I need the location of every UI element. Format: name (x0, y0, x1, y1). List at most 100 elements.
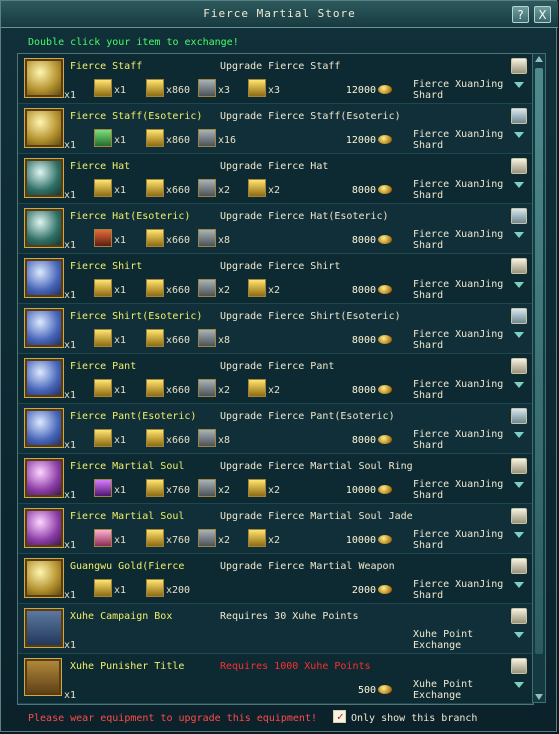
item-list[interactable]: x1 Fierce Staff Upgrade Fierce Staff x1 x860… (17, 53, 534, 705)
material-icon[interactable] (146, 179, 164, 197)
preview-icon[interactable] (511, 408, 527, 424)
material-icon[interactable] (198, 329, 216, 347)
chevron-down-icon[interactable] (514, 182, 524, 188)
material-icon[interactable] (94, 229, 112, 247)
material-icon[interactable] (248, 379, 266, 397)
chevron-down-icon[interactable] (514, 332, 524, 338)
preview-icon[interactable] (511, 208, 527, 224)
material-icon[interactable] (248, 79, 266, 97)
material-icon[interactable] (94, 329, 112, 347)
item-icon[interactable] (24, 358, 64, 398)
scrollbar[interactable] (532, 53, 546, 703)
material-icon[interactable] (146, 129, 164, 147)
item-icon[interactable] (24, 258, 64, 298)
material-icon[interactable] (198, 79, 216, 97)
scroll-up-icon[interactable] (535, 56, 543, 62)
material-icon[interactable] (248, 179, 266, 197)
material-icon[interactable] (146, 379, 164, 397)
material-icon[interactable] (198, 379, 216, 397)
store-row[interactable]: x1 Fierce Pant Upgrade Fierce Pant x1 x660 x2… (18, 354, 533, 404)
chevron-down-icon[interactable] (514, 82, 524, 88)
material-icon[interactable] (198, 529, 216, 547)
scroll-thumb[interactable] (535, 68, 543, 654)
item-icon[interactable] (24, 658, 62, 696)
chevron-down-icon[interactable] (514, 232, 524, 238)
chevron-down-icon[interactable] (514, 482, 524, 488)
material-icon[interactable] (146, 529, 164, 547)
material-icon[interactable] (94, 579, 112, 597)
material-icon[interactable] (198, 129, 216, 147)
store-row[interactable]: x1 Xuhe Campaign Box Requires 30 Xuhe Poin… (18, 604, 533, 654)
item-icon[interactable] (24, 508, 64, 548)
scroll-down-icon[interactable] (535, 694, 543, 700)
material-icon[interactable] (94, 279, 112, 297)
material-icon[interactable] (198, 479, 216, 497)
store-row[interactable]: x1 Fierce Martial Soul Upgrade Fierce Mart… (18, 504, 533, 554)
material-icon[interactable] (146, 429, 164, 447)
material-icon[interactable] (94, 129, 112, 147)
exchange-item-icon[interactable] (511, 508, 527, 524)
material-icon[interactable] (94, 429, 112, 447)
item-icon[interactable] (24, 458, 64, 498)
store-row[interactable]: x1 Fierce Staff Upgrade Fierce Staff x1 x860… (18, 54, 533, 104)
preview-icon[interactable] (511, 308, 527, 324)
item-icon[interactable] (24, 608, 64, 648)
exchange-item-icon[interactable] (511, 558, 527, 574)
material-icon[interactable] (94, 179, 112, 197)
store-row[interactable]: x1 Fierce Hat(Esoteric) Upgrade Fierce Hat… (18, 204, 533, 254)
material-icon[interactable] (94, 479, 112, 497)
store-row[interactable]: x1 Fierce Pant(Esoteric) Upgrade Fierce Pa… (18, 404, 533, 454)
material-icon[interactable] (248, 479, 266, 497)
material-icon[interactable] (94, 379, 112, 397)
material-icon[interactable] (94, 79, 112, 97)
material-icon[interactable] (146, 479, 164, 497)
exchange-item-icon[interactable] (511, 358, 527, 374)
item-icon[interactable] (24, 308, 64, 348)
item-icon[interactable] (24, 408, 64, 448)
exchange-item-icon[interactable] (511, 258, 527, 274)
chevron-down-icon[interactable] (514, 132, 524, 138)
close-button[interactable]: X (534, 6, 551, 23)
store-row[interactable]: x1 Fierce Shirt Upgrade Fierce Shirt x1 x660… (18, 254, 533, 304)
chevron-down-icon[interactable] (514, 582, 524, 588)
material-quantity: x660 (166, 335, 191, 346)
material-icon[interactable] (248, 529, 266, 547)
material-icon[interactable] (248, 279, 266, 297)
item-icon[interactable] (24, 158, 64, 198)
chevron-down-icon[interactable] (514, 632, 524, 638)
exchange-item-icon[interactable] (511, 608, 527, 624)
only-show-branch-checkbox[interactable]: ✓ (333, 710, 346, 723)
material-icon[interactable] (146, 579, 164, 597)
material-icon[interactable] (146, 329, 164, 347)
chevron-down-icon[interactable] (514, 682, 524, 688)
exchange-item-icon[interactable] (511, 658, 527, 674)
store-row[interactable]: x1 Guangwu Gold(Fierce Upgrade Fierce Mart… (18, 554, 533, 604)
material-icon[interactable] (94, 529, 112, 547)
material-icon[interactable] (198, 279, 216, 297)
item-icon[interactable] (24, 558, 64, 598)
material-icon[interactable] (198, 179, 216, 197)
material-icon[interactable] (198, 429, 216, 447)
store-row[interactable]: x1 Fierce Staff(Esoteric) Upgrade Fierce S… (18, 104, 533, 154)
item-icon[interactable] (24, 58, 64, 98)
chevron-down-icon[interactable] (514, 282, 524, 288)
exchange-item-icon[interactable] (511, 58, 527, 74)
store-row[interactable]: x1 Xuhe Punisher Title Requires 1000 Xuhe … (18, 654, 533, 704)
material-icon[interactable] (198, 229, 216, 247)
chevron-down-icon[interactable] (514, 532, 524, 538)
chevron-down-icon[interactable] (514, 432, 524, 438)
help-button[interactable]: ? (512, 6, 529, 23)
exchange-item-icon[interactable] (511, 458, 527, 474)
title-bar[interactable]: Fierce Martial Store ? X (1, 1, 558, 28)
material-icon[interactable] (146, 279, 164, 297)
item-icon[interactable] (24, 208, 64, 248)
chevron-down-icon[interactable] (514, 382, 524, 388)
store-row[interactable]: x1 Fierce Martial Soul Upgrade Fierce Mart… (18, 454, 533, 504)
material-icon[interactable] (146, 229, 164, 247)
exchange-item-icon[interactable] (511, 158, 527, 174)
material-icon[interactable] (146, 79, 164, 97)
store-row[interactable]: x1 Fierce Hat Upgrade Fierce Hat x1 x660 x2 x2… (18, 154, 533, 204)
store-row[interactable]: x1 Fierce Shirt(Esoteric) Upgrade Fierce S… (18, 304, 533, 354)
item-icon[interactable] (24, 108, 64, 148)
preview-icon[interactable] (511, 108, 527, 124)
